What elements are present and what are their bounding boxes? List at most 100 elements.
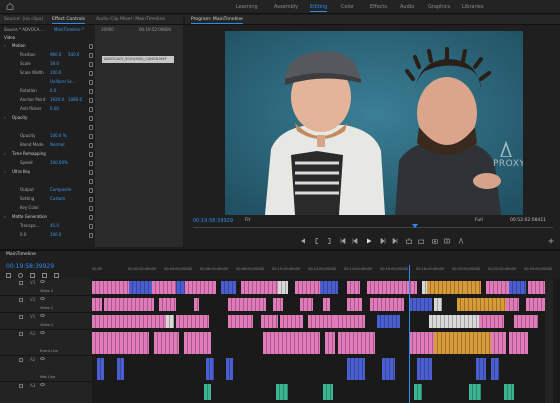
linked-selection-icon[interactable] [30, 273, 35, 278]
timeline-clip[interactable] [260, 315, 278, 328]
timeline-timecode[interactable]: 00:19:58:39929 [6, 263, 54, 270]
lock-icon[interactable] [19, 332, 23, 336]
lock-icon[interactable] [19, 315, 23, 319]
timeline-clip[interactable] [206, 358, 214, 380]
ec-header-sequence[interactable]: MainTimeline * [54, 27, 84, 32]
timeline-clip[interactable] [154, 332, 179, 354]
eye-icon[interactable] [40, 297, 45, 300]
extract-icon[interactable] [417, 237, 425, 245]
ec-property-value-2[interactable]: 540.0 [68, 52, 79, 57]
step-back-icon[interactable] [351, 237, 359, 245]
lock-icon[interactable] [19, 298, 23, 302]
ec-property-value[interactable]: 0.00 [50, 106, 59, 111]
add-button-icon[interactable] [547, 237, 555, 245]
timeline-clip[interactable] [300, 298, 313, 311]
timeline-clip[interactable] [322, 384, 333, 400]
expand-arrow-icon[interactable]: › [4, 151, 6, 156]
program-timecode[interactable]: 00:19:58:39929 [193, 218, 233, 224]
reset-keyframe-icon[interactable] [89, 44, 93, 49]
ec-property-value[interactable]: 1920.0 [50, 97, 64, 102]
comparison-view-icon[interactable] [443, 237, 451, 245]
track-header-v3[interactable]: V3 Video 3 [0, 279, 92, 296]
reset-keyframe-icon[interactable] [89, 197, 93, 202]
timeline-clip[interactable] [228, 315, 254, 328]
timeline-clip[interactable] [151, 281, 177, 294]
timeline-clip[interactable] [347, 281, 360, 294]
timeline-clip[interactable] [416, 358, 432, 380]
ec-property-value[interactable]: 38.0 [50, 61, 59, 66]
timeline-clip[interactable] [96, 358, 105, 380]
program-scrubber[interactable] [193, 227, 553, 228]
reset-keyframe-icon[interactable] [89, 134, 93, 139]
tab-audio-clip-mixer[interactable]: Audio Clip Mixer: MainTimeline [96, 17, 165, 22]
reset-keyframe-icon[interactable] [89, 80, 93, 85]
timeline-clip[interactable] [486, 281, 509, 294]
timeline-clip[interactable] [92, 281, 130, 294]
reset-keyframe-icon[interactable] [89, 125, 93, 130]
reset-keyframe-icon[interactable] [89, 62, 93, 67]
timeline-clip[interactable] [354, 315, 365, 328]
snap-icon[interactable] [18, 273, 23, 278]
timeline-clip[interactable] [464, 281, 482, 294]
ec-property-value[interactable]: 100.00% [50, 160, 68, 165]
reset-keyframe-icon[interactable] [89, 116, 93, 121]
ec-property-value[interactable]: Uniform Sc... [50, 79, 76, 84]
expand-arrow-icon[interactable]: › [4, 43, 6, 48]
timeline-clip[interactable] [476, 358, 487, 380]
timeline-clip[interactable] [456, 298, 507, 311]
proxy-toggle-icon[interactable] [457, 237, 465, 245]
timeline-clip[interactable] [468, 384, 482, 400]
timeline-settings-icon[interactable] [54, 273, 59, 278]
eye-icon[interactable] [40, 357, 45, 360]
timeline-clip[interactable] [176, 315, 209, 328]
timeline-clip[interactable] [382, 358, 395, 380]
tab-main-timeline[interactable]: MainTimeline [6, 252, 36, 257]
timeline-clip[interactable] [220, 281, 236, 294]
timeline-clip[interactable] [377, 315, 400, 328]
go-to-out-icon[interactable] [391, 237, 399, 245]
timeline-clip[interactable] [116, 358, 125, 380]
reset-keyframe-icon[interactable] [89, 188, 93, 193]
workspace-assembly[interactable]: Assembly [274, 4, 298, 10]
timeline-scrollbar[interactable] [545, 279, 553, 403]
timeline-clip[interactable] [337, 332, 375, 354]
timeline-clip[interactable] [295, 281, 321, 294]
timeline-clip[interactable] [92, 332, 150, 354]
timeline-clip[interactable] [280, 315, 303, 328]
reset-keyframe-icon[interactable] [89, 170, 93, 175]
timeline-clip[interactable] [203, 384, 212, 400]
tab-source[interactable]: Source: (no clips) [4, 17, 43, 22]
track-header-a3[interactable]: A3 [0, 382, 92, 403]
timeline-clip[interactable] [513, 315, 539, 328]
reset-keyframe-icon[interactable] [89, 89, 93, 94]
track-header-v2[interactable]: V2 Video 2 [0, 296, 92, 313]
timeline-clip[interactable] [508, 281, 526, 294]
reset-keyframe-icon[interactable] [89, 224, 93, 229]
reset-keyframe-icon[interactable] [89, 179, 93, 184]
timeline-clip[interactable] [347, 358, 365, 380]
home-icon[interactable] [6, 3, 14, 10]
timeline-clip[interactable] [508, 332, 529, 354]
ec-property-value[interactable]: 100.0 % [50, 133, 67, 138]
tab-program[interactable]: Program: MainTimeline [191, 17, 243, 24]
ec-clip-bar[interactable]: ADVOCACY_5051(900)_CANON.MXF [102, 56, 174, 63]
timeline-clip[interactable] [434, 298, 442, 311]
timeline-clip[interactable] [414, 384, 422, 400]
timeline-clip[interactable] [434, 332, 492, 354]
lift-icon[interactable] [405, 237, 413, 245]
resolution-select[interactable]: Full [475, 218, 483, 223]
timeline-clip[interactable] [225, 358, 234, 380]
timeline-clip[interactable] [409, 332, 435, 354]
timeline-clip[interactable] [278, 281, 288, 294]
track-area[interactable] [92, 279, 560, 403]
timeline-clip[interactable] [506, 298, 519, 311]
workspace-learning[interactable]: Learning [236, 4, 258, 10]
timeline-clip[interactable] [369, 298, 405, 311]
reset-keyframe-icon[interactable] [89, 206, 93, 211]
timeline-clip[interactable] [275, 384, 288, 400]
ec-header-source[interactable]: Source * ADVOCA... [4, 27, 43, 32]
reset-keyframe-icon[interactable] [89, 233, 93, 238]
timeline-clip[interactable] [491, 332, 507, 354]
mark-in-icon[interactable] [299, 237, 307, 245]
tab-effect-controls[interactable]: Effect Controls [52, 17, 85, 24]
